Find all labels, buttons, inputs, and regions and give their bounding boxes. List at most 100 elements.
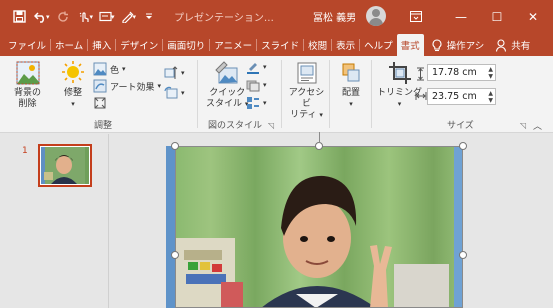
lightbulb-icon (432, 38, 442, 51)
arrange-button[interactable]: 配置 ▾ (338, 60, 364, 110)
quick-styles-label-1: クイック (209, 88, 246, 98)
reset-dropdown-icon: ▾ (181, 89, 185, 97)
pen-dropdown-icon[interactable]: ▾ (133, 13, 137, 21)
quick-access-toolbar: ▾ ▾ ▾ ▾ (0, 6, 160, 28)
width-input[interactable]: 23.75 cm ▲ ▼ (427, 88, 496, 105)
alt-text-button[interactable]: アクセシビ リティ ▾ (285, 60, 328, 121)
tab-format[interactable]: 書式 (396, 34, 424, 56)
compress-dropdown-icon: ▾ (181, 69, 185, 77)
share-person-icon (496, 38, 507, 52)
width-value: 23.75 cm (432, 91, 477, 102)
pen-border-icon (247, 63, 259, 74)
slide-thumbnail-image (41, 147, 89, 184)
artistic-effects-icon (93, 79, 107, 93)
touch-dropdown-icon[interactable]: ▾ (90, 13, 94, 21)
picture-layout-icon (247, 97, 259, 109)
ribbon-display-options-icon[interactable] (398, 0, 434, 33)
height-icon (416, 67, 425, 81)
share-button[interactable]: 共有 (492, 34, 534, 56)
compress-pictures-button[interactable]: ▾ (164, 66, 185, 80)
undo-dropdown-icon[interactable]: ▾ (46, 13, 50, 21)
reset-picture-button[interactable]: ▾ (164, 86, 185, 100)
arrange-label: 配置 (341, 88, 360, 98)
ribbon-tabs: ファイル ホーム 挿入 デザイン 画面切り アニメー スライド 校閲 表示 ヘル… (0, 33, 553, 56)
tab-animations[interactable]: アニメー (210, 34, 256, 56)
tab-review[interactable]: 校閲 (304, 34, 331, 56)
tab-slideshow[interactable]: スライド (257, 34, 303, 56)
ribbon: 背景の 削除 修整 ▾ 色 ▾ アート効果 ▾ ▾ ▾ 調整 クイック スタイル… (0, 56, 553, 133)
artistic-effects-button[interactable]: アート効果 ▾ (93, 79, 161, 93)
minimize-button[interactable]: — (443, 0, 479, 33)
size-group-label: サイズ (447, 121, 474, 131)
slide-number: 1 (22, 146, 28, 156)
height-value: 17.78 cm (432, 67, 477, 78)
share-label: 共有 (511, 41, 531, 52)
corrections-label: 修整 (63, 88, 82, 98)
remove-background-button[interactable]: 背景の 削除 (14, 60, 41, 110)
width-spinner[interactable]: ▲ ▼ (488, 90, 493, 104)
alt-text-label-2: リティ ▾ (290, 110, 323, 120)
effects-dropdown-icon: ▾ (263, 81, 267, 89)
close-button[interactable]: ✕ (515, 0, 551, 33)
user-name[interactable]: 冨松 義男 (313, 9, 356, 24)
quick-styles-label-2: スタイル ▾ (206, 99, 249, 109)
transparency-button[interactable] (93, 96, 107, 110)
height-spinner[interactable]: ▲ ▼ (488, 66, 493, 80)
redo-icon[interactable] (52, 6, 74, 28)
maximize-button[interactable]: ☐ (479, 0, 515, 33)
resize-handle-top-left[interactable] (171, 142, 179, 150)
new-slide-dropdown-icon[interactable]: ▾ (111, 13, 115, 21)
color-picture-icon (93, 62, 107, 76)
border-dropdown-icon: ▾ (263, 63, 267, 71)
tab-insert[interactable]: 挿入 (88, 34, 115, 56)
quick-styles-button[interactable]: クイック スタイル ▾ (206, 60, 248, 110)
resize-handle-right[interactable] (459, 251, 467, 259)
quick-styles-icon (215, 61, 238, 84)
sun-icon (62, 61, 84, 83)
picture-styles-launcher-icon[interactable]: ◹ (268, 121, 274, 130)
reset-picture-icon (164, 86, 178, 99)
picture-effects-button[interactable]: ▾ (246, 78, 267, 92)
tab-home[interactable]: ホーム (51, 34, 87, 56)
artistic-effects-label: アート効果 (110, 82, 155, 93)
tab-transitions[interactable]: 画面切り (163, 34, 209, 56)
title-bar: ▾ ▾ ▾ ▾ プレゼンテーション… 冨松 義男 — ☐ ✕ (0, 0, 553, 33)
rotation-handle-stem (319, 132, 320, 143)
alt-text-label-1: アクセシビ (288, 88, 325, 109)
arrange-group: 配置 ▾ (330, 56, 370, 133)
save-icon[interactable] (8, 6, 30, 28)
adjust-group-label: 調整 (94, 121, 113, 131)
selected-picture[interactable] (166, 146, 463, 308)
user-avatar[interactable] (366, 6, 386, 26)
collapse-ribbon-icon[interactable]: ︿ (533, 119, 542, 132)
resize-handle-top[interactable] (315, 142, 323, 150)
remove-background-label-1: 背景の (14, 88, 42, 98)
corrections-dropdown-icon: ▾ (71, 100, 75, 108)
size-group: トリミング ▾ 17.78 cm ▲ ▼ 23.75 cm ▲ ▼ サイズ ◹ (372, 56, 532, 133)
picture-effects-icon (246, 80, 260, 92)
arrange-icon (342, 63, 360, 82)
document-title: プレゼンテーション… (174, 13, 274, 24)
corrections-button[interactable]: 修整 ▾ (60, 60, 86, 110)
picture-layout-button[interactable]: ▾ (246, 96, 267, 110)
adjust-group: 背景の 削除 修整 ▾ 色 ▾ アート効果 ▾ ▾ ▾ 調整 (0, 56, 196, 133)
tab-file[interactable]: ファイル (0, 34, 50, 56)
layout-dropdown-icon: ▾ (263, 99, 267, 107)
picture-styles-group-label: 図のスタイル (208, 121, 263, 131)
tab-help[interactable]: ヘルプ (360, 34, 397, 56)
tell-me-button[interactable]: 操作アシ (430, 34, 489, 56)
size-launcher-icon[interactable]: ◹ (520, 121, 526, 130)
arrange-dropdown-icon: ▾ (349, 100, 353, 108)
crop-dropdown-icon: ▾ (397, 100, 402, 108)
tab-design[interactable]: デザイン (116, 34, 162, 56)
resize-handle-left[interactable] (171, 251, 179, 259)
artistic-effects-dropdown-icon: ▾ (157, 82, 161, 90)
slide-thumbnail[interactable] (38, 144, 92, 187)
color-label: 色 (110, 65, 120, 76)
picture-border-button[interactable]: ▾ (246, 60, 267, 74)
resize-handle-top-right[interactable] (459, 142, 467, 150)
tab-view[interactable]: 表示 (332, 34, 359, 56)
customize-qat-icon[interactable] (138, 6, 160, 28)
height-input[interactable]: 17.78 cm ▲ ▼ (427, 64, 496, 81)
color-button[interactable]: 色 ▾ (93, 62, 126, 76)
